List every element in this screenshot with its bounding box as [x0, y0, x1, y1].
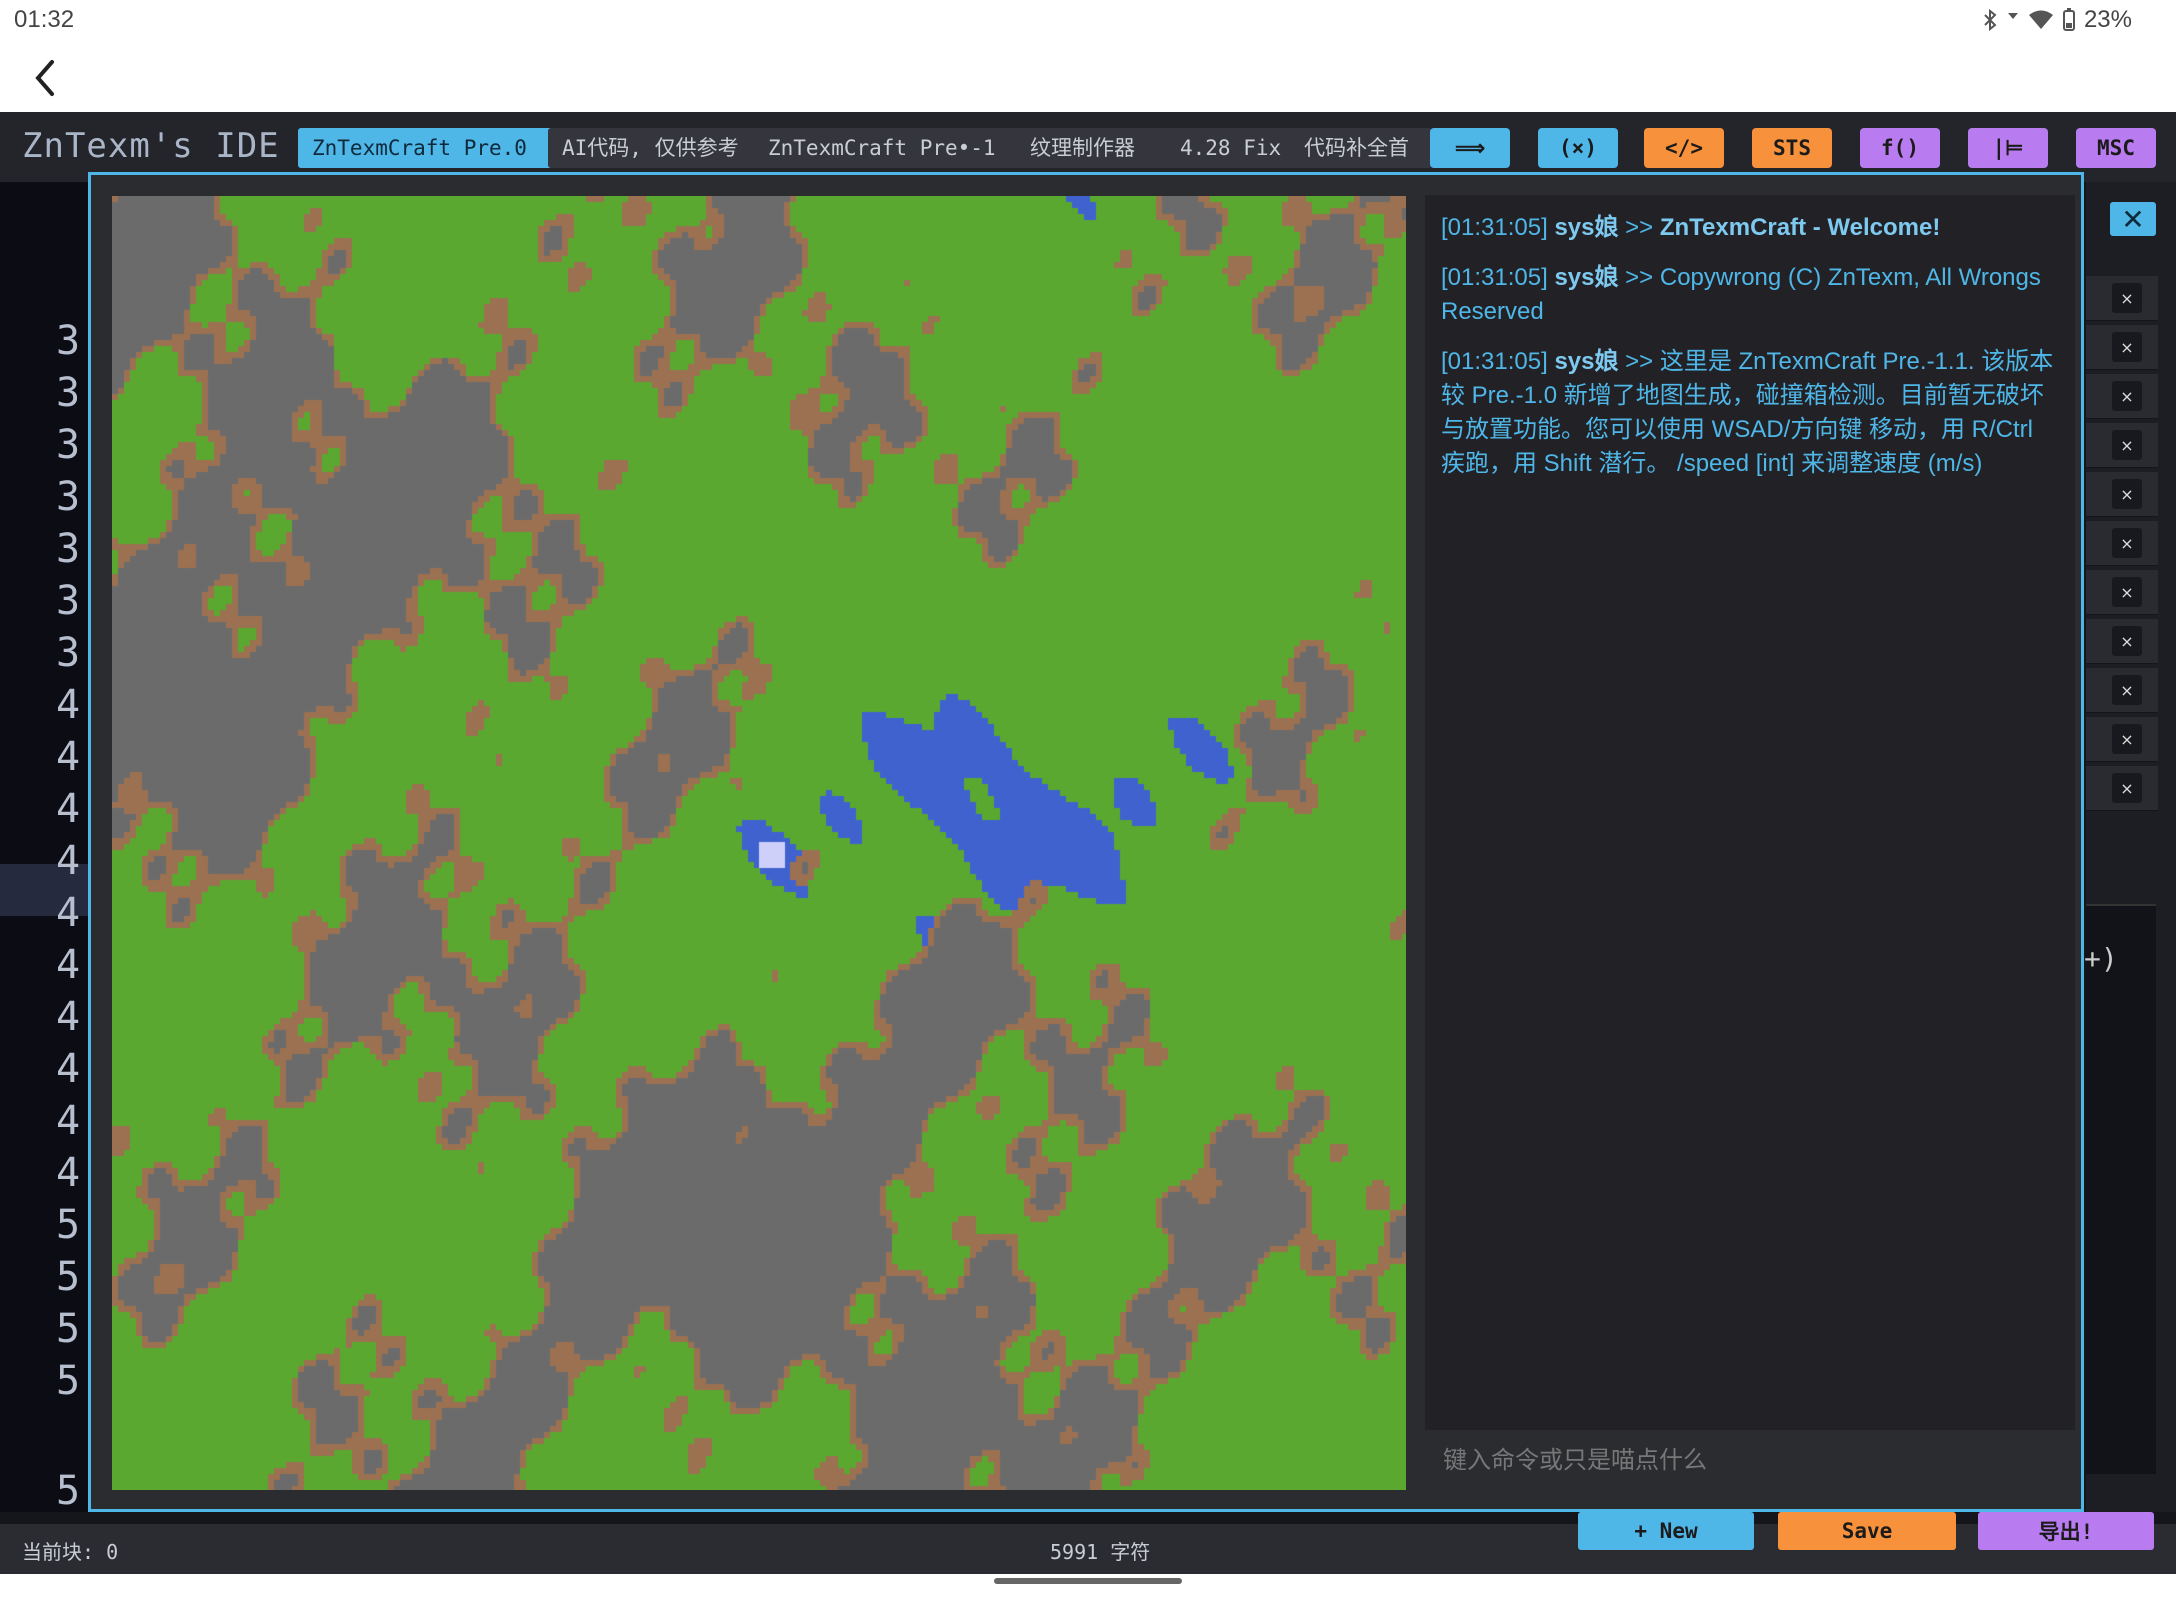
log-line: [01:31:05] sys娘 >> Copywrong (C) ZnTexm,…	[1441, 261, 2059, 329]
log-user: sys娘	[1554, 348, 1619, 375]
tab-ai-code[interactable]: AI代码, 仅供参考	[548, 128, 776, 168]
line-number: 3	[56, 422, 81, 468]
bluetooth-icon	[1982, 8, 1998, 32]
line-number: 4	[56, 1098, 81, 1144]
format-button[interactable]: |⊨	[1968, 128, 2048, 168]
log-sep: >>	[1625, 214, 1654, 241]
line-number: 4	[56, 838, 81, 884]
current-block-label: 当前块: 0	[22, 1540, 119, 1564]
log-time: [01:31:05]	[1441, 214, 1548, 241]
line-number: 5	[56, 1254, 81, 1300]
save-button[interactable]: Save	[1778, 1512, 1956, 1550]
log-message: ZnTexmCraft - Welcome!	[1659, 214, 1941, 241]
sts-button[interactable]: STS	[1752, 128, 1832, 168]
close-file-button[interactable]: ×	[2112, 283, 2142, 313]
log-time: [01:31:05]	[1441, 348, 1548, 375]
close-file-button[interactable]: ×	[2112, 528, 2142, 558]
line-number: 4	[56, 682, 81, 728]
signal-icon	[2006, 9, 2020, 31]
tab-texture-maker[interactable]: 纹理制作器	[1016, 128, 1190, 168]
function-button[interactable]: f()	[1860, 128, 1940, 168]
line-number: 4	[56, 786, 81, 832]
side-code-fragment: +)	[2084, 942, 2118, 975]
line-number: 4	[56, 1046, 81, 1092]
side-preview-box	[2086, 904, 2156, 1474]
log-line: [01:31:05] sys娘 >> ZnTexmCraft - Welcome…	[1441, 211, 2059, 245]
line-number: 3	[56, 578, 81, 624]
console-log: [01:31:05] sys娘 >> ZnTexmCraft - Welcome…	[1441, 211, 2059, 497]
stop-button[interactable]: (×)	[1538, 128, 1618, 168]
battery-percent: 23%	[2083, 6, 2132, 33]
close-modal-button[interactable]: ✕	[2110, 202, 2156, 236]
ide-title: ZnTexm's IDE	[22, 126, 280, 166]
status-bar: 01:32 23%	[0, 0, 2176, 42]
close-file-button[interactable]: ×	[2112, 626, 2142, 656]
line-number: 4	[56, 734, 81, 780]
line-number: 4	[56, 942, 81, 988]
wifi-icon	[2028, 9, 2054, 31]
code-button[interactable]: </>	[1644, 128, 1724, 168]
status-icons: 23%	[1982, 6, 2132, 34]
tab-zntexmcraft-pre-1[interactable]: ZnTexmCraft Pre•-1	[754, 128, 1026, 168]
battery-icon	[2062, 8, 2076, 32]
app-navbar	[0, 42, 2176, 112]
chevron-left-icon	[35, 60, 54, 96]
close-file-button[interactable]: ×	[2112, 479, 2142, 509]
game-preview-modal: [01:31:05] sys娘 >> ZnTexmCraft - Welcome…	[88, 172, 2084, 1512]
close-file-button[interactable]: ×	[2112, 577, 2142, 607]
back-button[interactable]	[26, 56, 66, 100]
line-number: 5	[56, 1202, 81, 1248]
char-count-label: 5991 字符	[1050, 1540, 1151, 1564]
msc-button[interactable]: MSC	[2076, 128, 2156, 168]
line-number: 3	[56, 370, 81, 416]
log-sep: >>	[1625, 348, 1654, 375]
status-time: 01:32	[14, 6, 75, 33]
game-map-canvas[interactable]	[112, 196, 1406, 1490]
close-file-button[interactable]: ×	[2112, 430, 2142, 460]
log-time: [01:31:05]	[1441, 264, 1548, 291]
game-console: [01:31:05] sys娘 >> ZnTexmCraft - Welcome…	[1425, 195, 2075, 1492]
line-number: 3	[56, 474, 81, 520]
gesture-bar	[994, 1578, 1182, 1584]
line-number: 3	[56, 526, 81, 572]
close-file-button[interactable]: ×	[2112, 773, 2142, 803]
export-button[interactable]: 导出!	[1978, 1512, 2154, 1550]
line-number-gutter: 3 3 3 3 3 3 3 4 4 4 4 4 4 4 4 4 4 5 5 5 …	[0, 182, 92, 1514]
line-number: 5	[56, 1306, 81, 1352]
close-file-button[interactable]: ×	[2112, 724, 2142, 754]
log-user: sys娘	[1554, 264, 1619, 291]
close-file-button[interactable]: ×	[2112, 675, 2142, 705]
tab-zntexmcraft-pre0[interactable]: ZnTexmCraft Pre.0	[298, 128, 558, 168]
close-file-button[interactable]: ×	[2112, 332, 2142, 362]
line-number: 4	[56, 1150, 81, 1196]
tab-code-complete[interactable]: 代码补全首	[1290, 128, 1432, 168]
close-icon: ✕	[2121, 202, 2145, 236]
run-button[interactable]: ⟹	[1430, 128, 1510, 168]
log-line: [01:31:05] sys娘 >> 这里是 ZnTexmCraft Pre.-…	[1441, 345, 2059, 481]
line-number: 4	[56, 994, 81, 1040]
close-file-button[interactable]: ×	[2112, 381, 2142, 411]
line-number: 3	[56, 318, 81, 364]
line-number: 3	[56, 630, 81, 676]
new-button[interactable]: + New	[1578, 1512, 1754, 1550]
tab-fix-428[interactable]: 4.28 Fix	[1166, 128, 1310, 168]
line-number: 5	[56, 1358, 81, 1404]
command-input[interactable]	[1425, 1430, 2075, 1492]
log-user: sys娘	[1554, 214, 1619, 241]
log-sep: >>	[1625, 264, 1654, 291]
line-number: 5	[56, 1468, 81, 1514]
line-number: 4	[56, 890, 81, 936]
